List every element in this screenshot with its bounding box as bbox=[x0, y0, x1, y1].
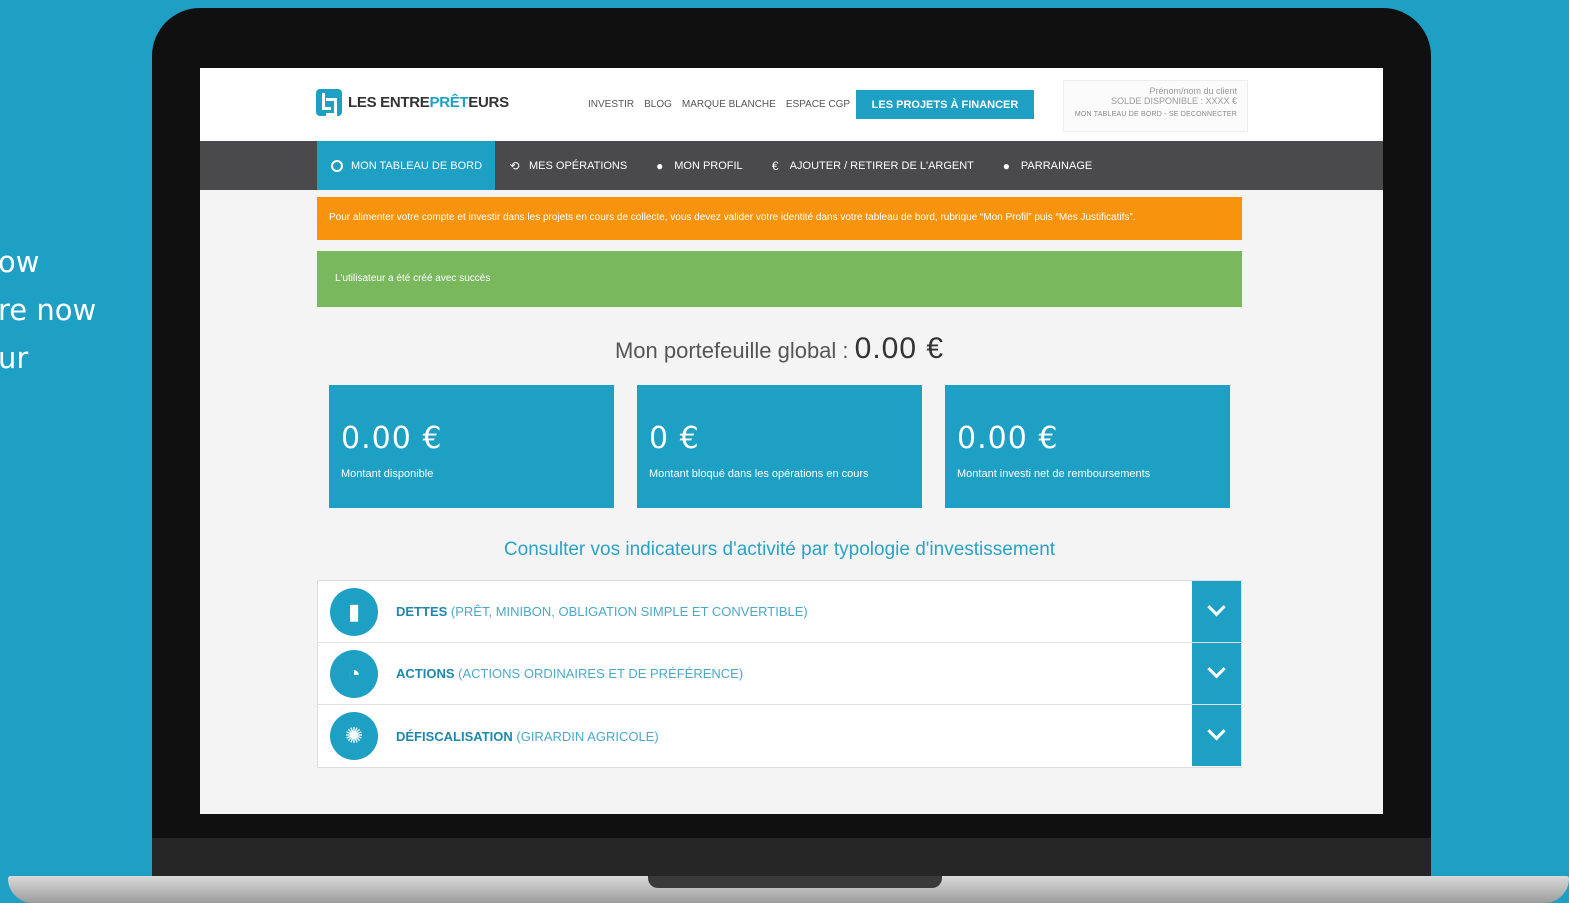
dashboard-icon bbox=[330, 159, 343, 172]
chevron-down-icon bbox=[1207, 722, 1226, 741]
nav-link-investir[interactable]: INVESTIR bbox=[588, 99, 634, 110]
accordion-row-dettes[interactable]: ▮ DETTES (PRÊT, MINIBON, OBLIGATION SIMP… bbox=[318, 581, 1241, 643]
portfolio-title: Mon portefeuille global : 0.00 € bbox=[200, 332, 1359, 366]
chevron-down-icon bbox=[1207, 598, 1226, 617]
logo-icon bbox=[316, 89, 342, 116]
tree-icon: ✺ bbox=[330, 712, 378, 760]
card-invested: 0.00 € Montant investi net de remboursem… bbox=[945, 385, 1230, 508]
main-navbar: MON TABLEAU DE BORD ⟲ MES OPÉRATIONS ● M… bbox=[200, 141, 1383, 190]
expand-toggle[interactable] bbox=[1192, 705, 1241, 766]
nav-tab-label: MON PROFIL bbox=[674, 159, 743, 172]
side-caption-line: re now bbox=[0, 293, 97, 327]
projects-cta-button[interactable]: LES PROJETS À FINANCER bbox=[856, 90, 1034, 119]
client-account-box: Prénom/nom du client SOLDE DISPONIBLE : … bbox=[1063, 80, 1248, 132]
nav-tab-label: PARRAINAGE bbox=[1020, 159, 1093, 172]
user-plus-icon: ● bbox=[1002, 158, 1011, 173]
card-value: 0.00 € bbox=[341, 421, 443, 456]
card-value: 0 € bbox=[649, 421, 700, 456]
laptop-notch bbox=[648, 876, 942, 888]
accordion-row-defiscalisation[interactable]: ✺ DÉFISCALISATION (GIRARDIN AGRICOLE) bbox=[318, 705, 1241, 767]
success-alert: L'utilisateur a été créé avec succès bbox=[317, 251, 1242, 307]
nav-tab-money[interactable]: € AJOUTER / RETIRER DE L'ARGENT bbox=[756, 141, 987, 190]
client-links[interactable]: MON TABLEAU DE BORD - SE DECONNECTER bbox=[1064, 111, 1237, 118]
side-caption-line: ow bbox=[0, 245, 40, 279]
side-caption-line: ur bbox=[0, 341, 29, 375]
logo-text: LES ENTREPRÊTEURS bbox=[348, 94, 509, 111]
card-label: Montant investi net de remboursements bbox=[957, 468, 1151, 480]
card-label: Montant bloqué dans les opérations en co… bbox=[649, 468, 869, 480]
card-available: 0.00 € Montant disponible bbox=[329, 385, 614, 508]
client-balance: SOLDE DISPONIBLE : XXXX € bbox=[1110, 96, 1237, 106]
user-icon: ● bbox=[656, 158, 664, 173]
pie-chart-icon: ◔ bbox=[330, 649, 378, 698]
nav-tab-label: MES OPÉRATIONS bbox=[529, 159, 628, 172]
nav-tab-label: MON TABLEAU DE BORD bbox=[351, 159, 483, 172]
logo[interactable]: LES ENTREPRÊTEURS bbox=[316, 89, 509, 116]
accordion-label: ACTIONS (ACTIONS ORDINAIRES ET DE PRÉFÉR… bbox=[396, 666, 744, 681]
investment-accordion: ▮ DETTES (PRÊT, MINIBON, OBLIGATION SIMP… bbox=[317, 580, 1242, 768]
client-name: Prénom/nom du client bbox=[1149, 86, 1237, 96]
nav-tab-referral[interactable]: ● PARRAINAGE bbox=[987, 141, 1105, 190]
portfolio-label: Mon portefeuille global : bbox=[614, 338, 855, 363]
nav-link-marque-blanche[interactable]: MARQUE BLANCHE bbox=[682, 99, 776, 110]
side-caption: ow re now ur bbox=[0, 238, 96, 382]
expand-toggle[interactable] bbox=[1192, 581, 1241, 642]
bar-chart-icon: ▮ bbox=[330, 587, 378, 636]
card-label: Montant disponible bbox=[341, 468, 434, 480]
euro-icon: € bbox=[771, 158, 779, 173]
history-icon: ⟲ bbox=[509, 158, 520, 173]
accordion-label: DÉFISCALISATION (GIRARDIN AGRICOLE) bbox=[396, 728, 659, 744]
card-blocked: 0 € Montant bloqué dans les opérations e… bbox=[637, 385, 922, 508]
nav-tab-dashboard[interactable]: MON TABLEAU DE BORD bbox=[317, 141, 496, 190]
chevron-down-icon bbox=[1207, 660, 1226, 679]
indicators-title: Consulter vos indicateurs d'activité par… bbox=[503, 539, 1056, 560]
accordion-row-actions[interactable]: ◔ ACTIONS (ACTIONS ORDINAIRES ET DE PRÉF… bbox=[318, 643, 1241, 705]
laptop-chin bbox=[152, 838, 1431, 878]
laptop-screen: LES ENTREPRÊTEURS INVESTIR BLOG MARQUE B… bbox=[200, 68, 1383, 814]
site-header: LES ENTREPRÊTEURS INVESTIR BLOG MARQUE B… bbox=[200, 68, 1383, 141]
nav-tab-label: AJOUTER / RETIRER DE L'ARGENT bbox=[789, 159, 974, 172]
nav-tab-profile[interactable]: ● MON PROFIL bbox=[640, 141, 755, 190]
expand-toggle[interactable] bbox=[1192, 643, 1241, 704]
identity-warning-alert: Pour alimenter votre compte et investir … bbox=[317, 197, 1242, 240]
portfolio-amount: 0.00 € bbox=[854, 332, 945, 365]
top-nav: INVESTIR BLOG MARQUE BLANCHE ESPACE CGP bbox=[588, 99, 850, 110]
nav-tab-operations[interactable]: ⟲ MES OPÉRATIONS bbox=[495, 141, 640, 190]
card-value: 0.00 € bbox=[957, 421, 1059, 456]
nav-link-blog[interactable]: BLOG bbox=[644, 99, 672, 110]
accordion-label: DETTES (PRÊT, MINIBON, OBLIGATION SIMPLE… bbox=[396, 604, 808, 619]
nav-link-espace-cgp[interactable]: ESPACE CGP bbox=[786, 99, 850, 110]
